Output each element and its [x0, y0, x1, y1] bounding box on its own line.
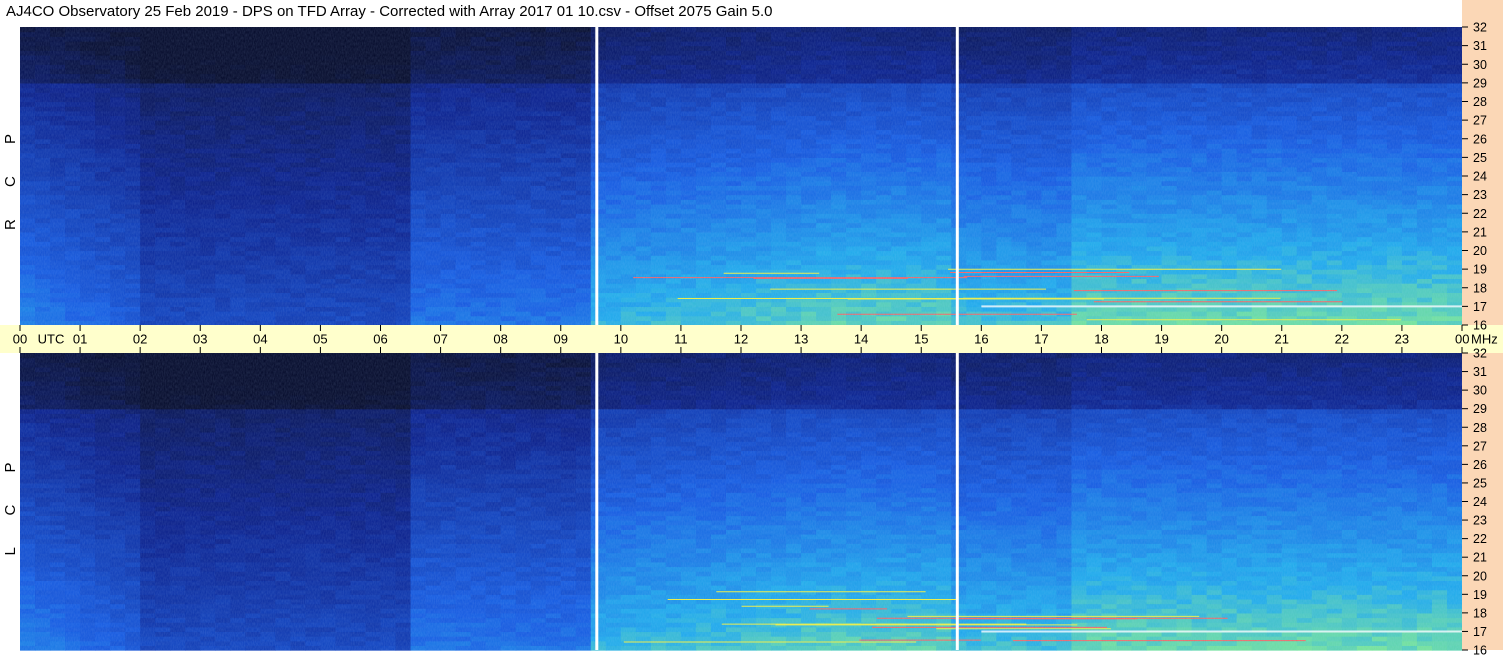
rcp-spectrogram-panel[interactable] [20, 27, 1463, 326]
spectrogram-figure: 00 01 02 03 04 05 06 07 08 09 10 11 12 13 14 15 16 17 18 19… [0, 0, 1503, 658]
